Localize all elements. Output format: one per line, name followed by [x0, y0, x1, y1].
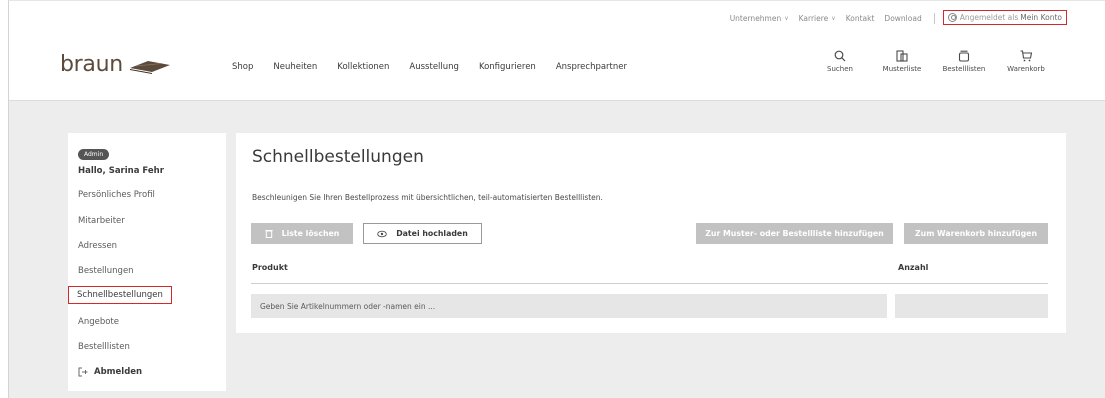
page-title: Schnellbestellungen: [252, 147, 424, 167]
account-prefix: Angemeldet als: [959, 13, 1019, 22]
add-to-list-label: Zur Muster- oder Bestellliste hinzufügen: [705, 229, 884, 238]
divider: [933, 12, 935, 24]
logout-icon: [78, 367, 88, 377]
add-to-cart-label: Zum Warenkorb hinzufügen: [914, 229, 1037, 238]
search-button[interactable]: Suchen: [809, 50, 871, 73]
chevron-down-icon: ∨: [831, 14, 836, 22]
header-actions: Suchen Musterliste Bestelllisten Warenko…: [809, 50, 1057, 73]
clear-list-label: Liste löschen: [281, 229, 340, 238]
logo-mark-icon: [129, 60, 170, 74]
trash-icon: [264, 230, 273, 238]
divider: [251, 283, 1048, 284]
product-search-input[interactable]: Geben Sie Artikelnummern oder -namen ein…: [251, 294, 887, 318]
order-lists-label: Bestelllisten: [942, 65, 986, 73]
sidebar-item-order-lists[interactable]: Bestelllisten: [78, 342, 130, 352]
sidebar-item-profile[interactable]: Persönliches Profil: [78, 190, 155, 200]
upload-file-button[interactable]: Datei hochladen: [363, 223, 482, 244]
sidebar-item-offers[interactable]: Angebote: [78, 317, 119, 327]
admin-badge: Admin: [78, 149, 110, 160]
account-sidebar: Admin Hallo, Sarina Fehr Persönliches Pr…: [68, 133, 226, 391]
nav-neuheiten[interactable]: Neuheiten: [273, 62, 317, 72]
util-nav-kontakt[interactable]: Kontakt: [846, 14, 875, 23]
nav-shop[interactable]: Shop: [232, 62, 253, 72]
search-icon: [834, 50, 846, 62]
sidebar-item-employees[interactable]: Mitarbeiter: [78, 216, 125, 226]
search-label: Suchen: [827, 65, 853, 73]
nav-ansprechpartner[interactable]: Ansprechpartner: [556, 62, 627, 72]
logo[interactable]: braun: [60, 52, 172, 77]
sidebar-item-quick-orders[interactable]: Schnellbestellungen: [68, 286, 172, 304]
util-nav-unternehmen[interactable]: Unternehmen ∨: [730, 14, 789, 23]
cart-button[interactable]: Warenkorb: [995, 50, 1057, 73]
upload-file-label: Datei hochladen: [396, 229, 468, 238]
user-icon: [947, 13, 957, 22]
nav-kollektionen[interactable]: Kollektionen: [337, 62, 389, 72]
nav-konfigurieren[interactable]: Konfigurieren: [479, 62, 536, 72]
util-nav-download[interactable]: Download: [884, 14, 921, 23]
column-header-product: Produkt: [252, 263, 288, 272]
sidebar-item-orders[interactable]: Bestellungen: [78, 266, 134, 276]
order-list-icon: [958, 50, 970, 62]
account-link[interactable]: Angemeldet als Mein Konto: [942, 10, 1067, 25]
eye-icon: [377, 230, 387, 237]
util-nav-karriere[interactable]: Karriere ∨: [799, 14, 836, 23]
main-nav: Shop Neuheiten Kollektionen Ausstellung …: [232, 62, 647, 72]
util-nav-label: Unternehmen: [729, 13, 782, 23]
page-description: Beschleunigen Sie Ihren Bestellprozess m…: [252, 193, 603, 202]
column-header-quantity: Anzahl: [898, 263, 929, 272]
sidebar-item-addresses[interactable]: Adressen: [78, 241, 117, 251]
quick-order-panel: Schnellbestellungen Beschleunigen Sie Ih…: [236, 133, 1066, 333]
add-to-cart-button[interactable]: Zum Warenkorb hinzufügen: [904, 223, 1048, 244]
account-label: Mein Konto: [1020, 13, 1062, 22]
add-to-list-button[interactable]: Zur Muster- oder Bestellliste hinzufügen: [696, 223, 893, 244]
sample-list-button[interactable]: Musterliste: [871, 50, 933, 73]
util-nav-label: Karriere: [798, 13, 829, 23]
quantity-input[interactable]: [895, 294, 1048, 318]
sample-list-label: Musterliste: [882, 65, 922, 73]
cart-label: Warenkorb: [1007, 65, 1045, 73]
logout-label: Abmelden: [94, 367, 143, 377]
logout-link[interactable]: Abmelden: [78, 367, 142, 377]
sample-list-icon: [896, 50, 908, 62]
chevron-down-icon: ∨: [784, 14, 789, 22]
logo-text: braun: [60, 52, 123, 77]
clear-list-button[interactable]: Liste löschen: [251, 223, 353, 244]
cart-icon: [1020, 50, 1032, 62]
nav-ausstellung[interactable]: Ausstellung: [409, 62, 459, 72]
utility-nav: Unternehmen ∨ Karriere ∨ Kontakt Downloa…: [720, 10, 1067, 25]
greeting: Hallo, Sarina Fehr: [78, 166, 164, 176]
order-lists-button[interactable]: Bestelllisten: [933, 50, 995, 73]
